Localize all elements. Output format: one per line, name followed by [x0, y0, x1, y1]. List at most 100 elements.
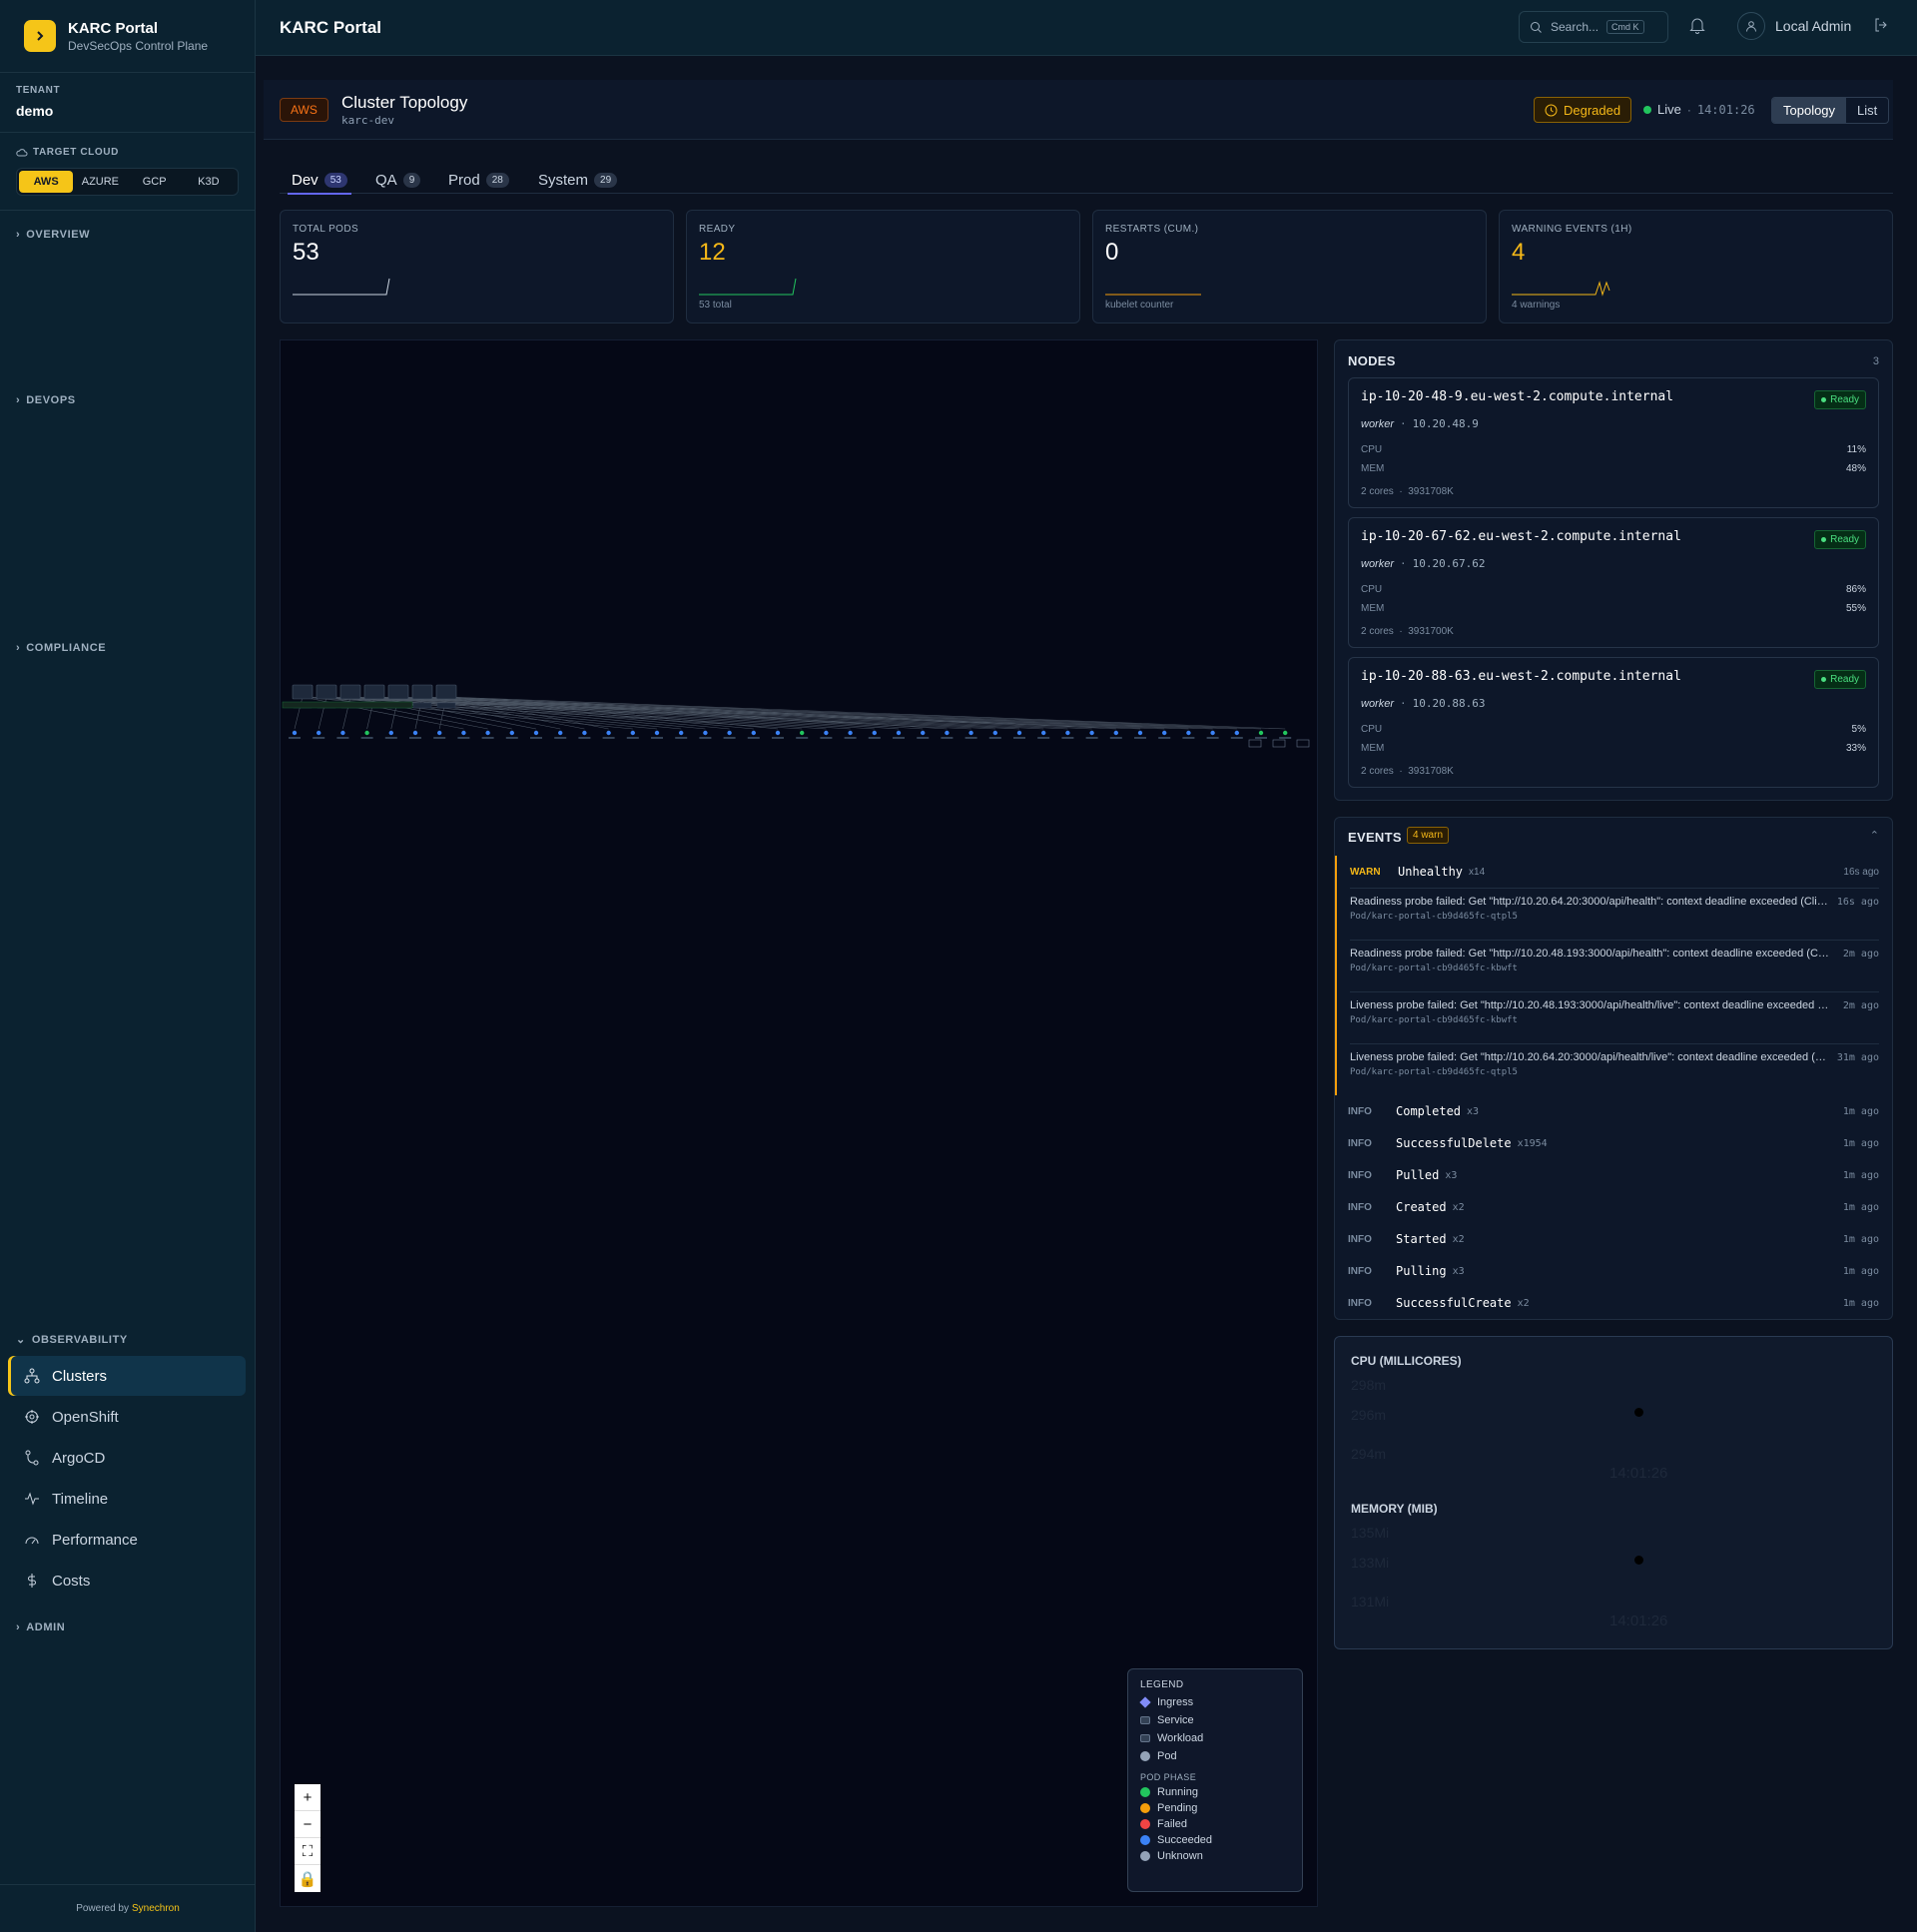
pod-label[interactable]	[964, 737, 977, 739]
tab-system[interactable]: System 29	[538, 166, 618, 194]
pod-label[interactable]	[409, 737, 421, 739]
pod-node[interactable]	[582, 730, 587, 736]
topology-canvas[interactable]: + − ⛶ 🔒 LEGEND Ingress Service Workload …	[280, 339, 1318, 1907]
user-menu[interactable]: Local Admin	[1737, 12, 1851, 40]
pod-node[interactable]	[775, 730, 781, 736]
pod-node[interactable]	[1272, 739, 1286, 748]
pod-label[interactable]	[602, 737, 615, 739]
pod-label[interactable]	[360, 737, 373, 739]
cloud-option-k3d[interactable]: K3D	[182, 171, 236, 193]
topology-edge[interactable]	[397, 696, 1237, 730]
topology-edge[interactable]	[349, 696, 1189, 730]
pod-label[interactable]	[772, 737, 784, 739]
workload-node[interactable]	[387, 684, 409, 700]
event-detail[interactable]: Liveness probe failed: Get "http://10.20…	[1350, 1043, 1879, 1095]
pod-node[interactable]	[679, 730, 684, 736]
pod-label[interactable]	[1109, 737, 1122, 739]
pod-node[interactable]	[485, 730, 490, 736]
footer-brand-link[interactable]: Synechron	[132, 1903, 180, 1914]
event-row[interactable]: INFO SuccessfulCreate x2 1m ago	[1348, 1287, 1879, 1319]
pod-node[interactable]	[824, 730, 829, 736]
pod-node[interactable]	[364, 730, 369, 736]
service-node[interactable]	[412, 702, 432, 709]
pod-node[interactable]	[945, 730, 950, 736]
event-row[interactable]: INFO Created x2 1m ago	[1348, 1191, 1879, 1223]
pod-label[interactable]	[747, 737, 760, 739]
pod-label[interactable]	[457, 737, 470, 739]
pod-node[interactable]	[1162, 730, 1167, 736]
topology-edge[interactable]	[373, 696, 1213, 730]
pod-label[interactable]	[1206, 737, 1219, 739]
workload-node[interactable]	[316, 684, 337, 700]
pod-label[interactable]	[893, 737, 905, 739]
pod-label[interactable]	[651, 737, 663, 739]
pod-label[interactable]	[578, 737, 591, 739]
pod-label[interactable]	[1061, 737, 1074, 739]
pod-label[interactable]	[1134, 737, 1146, 739]
pod-label[interactable]	[313, 737, 325, 739]
workload-node[interactable]	[282, 701, 413, 709]
pod-label[interactable]	[1182, 737, 1195, 739]
pod-label[interactable]	[1279, 737, 1292, 739]
pod-node[interactable]	[461, 730, 466, 736]
pod-node[interactable]	[872, 730, 877, 736]
pod-label[interactable]	[988, 737, 1001, 739]
nav-item-performance[interactable]: Performance	[8, 1520, 246, 1560]
pod-node[interactable]	[1258, 730, 1264, 736]
pod-node[interactable]	[968, 730, 973, 736]
tab-qa[interactable]: QA 9	[375, 166, 421, 194]
pod-label[interactable]	[554, 737, 567, 739]
event-detail[interactable]: Readiness probe failed: Get "http://10.2…	[1350, 888, 1879, 940]
pod-label[interactable]	[289, 737, 301, 739]
pod-label[interactable]	[481, 737, 494, 739]
service-node[interactable]	[436, 702, 456, 709]
warn-event-group[interactable]: WARN Unhealthy x14 16s ago Readiness pro…	[1335, 856, 1892, 1095]
pod-node[interactable]	[1234, 730, 1239, 736]
pod-node[interactable]	[992, 730, 997, 736]
event-row[interactable]: INFO SuccessfulDelete x1954 1m ago	[1348, 1127, 1879, 1159]
nav-section-devops[interactable]: › DEVOPS	[16, 394, 76, 406]
pod-label[interactable]	[505, 737, 518, 739]
workload-node[interactable]	[363, 684, 385, 700]
pod-label[interactable]	[941, 737, 954, 739]
notifications-button[interactable]	[1689, 16, 1705, 39]
tab-dev[interactable]: Dev 53	[288, 166, 351, 195]
pod-node[interactable]	[340, 730, 345, 736]
pod-node[interactable]	[1041, 730, 1046, 736]
zoom-out-button[interactable]: −	[295, 1811, 320, 1838]
pod-node[interactable]	[727, 730, 732, 736]
pod-node[interactable]	[509, 730, 514, 736]
pod-label[interactable]	[1158, 737, 1171, 739]
pod-node[interactable]	[533, 730, 539, 736]
collapse-icon[interactable]: ⌃	[1870, 829, 1879, 842]
pod-label[interactable]	[699, 737, 712, 739]
pod-node[interactable]	[606, 730, 611, 736]
pod-label[interactable]	[336, 737, 349, 739]
fit-view-button[interactable]: ⛶	[295, 1838, 320, 1865]
topology-edge[interactable]	[302, 696, 1141, 730]
pod-label[interactable]	[1255, 737, 1267, 739]
cloud-option-gcp[interactable]: GCP	[128, 171, 182, 193]
logout-button[interactable]	[1873, 17, 1889, 38]
view-topology-button[interactable]: Topology	[1772, 98, 1847, 123]
node-card[interactable]: ip-10-20-88-63.eu-west-2.compute.interna…	[1348, 657, 1879, 788]
workload-node[interactable]	[292, 684, 314, 700]
pod-label[interactable]	[796, 737, 809, 739]
event-row[interactable]: INFO Started x2 1m ago	[1348, 1223, 1879, 1255]
node-card[interactable]: ip-10-20-67-62.eu-west-2.compute.interna…	[1348, 517, 1879, 648]
pod-node[interactable]	[388, 730, 393, 736]
nav-item-costs[interactable]: Costs	[8, 1561, 246, 1601]
nav-section-admin[interactable]: › ADMIN	[16, 1621, 65, 1633]
pod-node[interactable]	[1016, 730, 1022, 736]
pod-node[interactable]	[412, 730, 418, 736]
nav-item-argocd[interactable]: ArgoCD	[8, 1438, 246, 1478]
tenant-value[interactable]: demo	[16, 103, 239, 119]
event-detail[interactable]: Liveness probe failed: Get "http://10.20…	[1350, 991, 1879, 1043]
pod-label[interactable]	[820, 737, 833, 739]
pod-node[interactable]	[437, 730, 442, 736]
pod-node[interactable]	[703, 730, 708, 736]
pod-node[interactable]	[1296, 739, 1310, 748]
pod-node[interactable]	[751, 730, 756, 736]
workload-node[interactable]	[339, 684, 361, 700]
view-list-button[interactable]: List	[1846, 98, 1888, 123]
